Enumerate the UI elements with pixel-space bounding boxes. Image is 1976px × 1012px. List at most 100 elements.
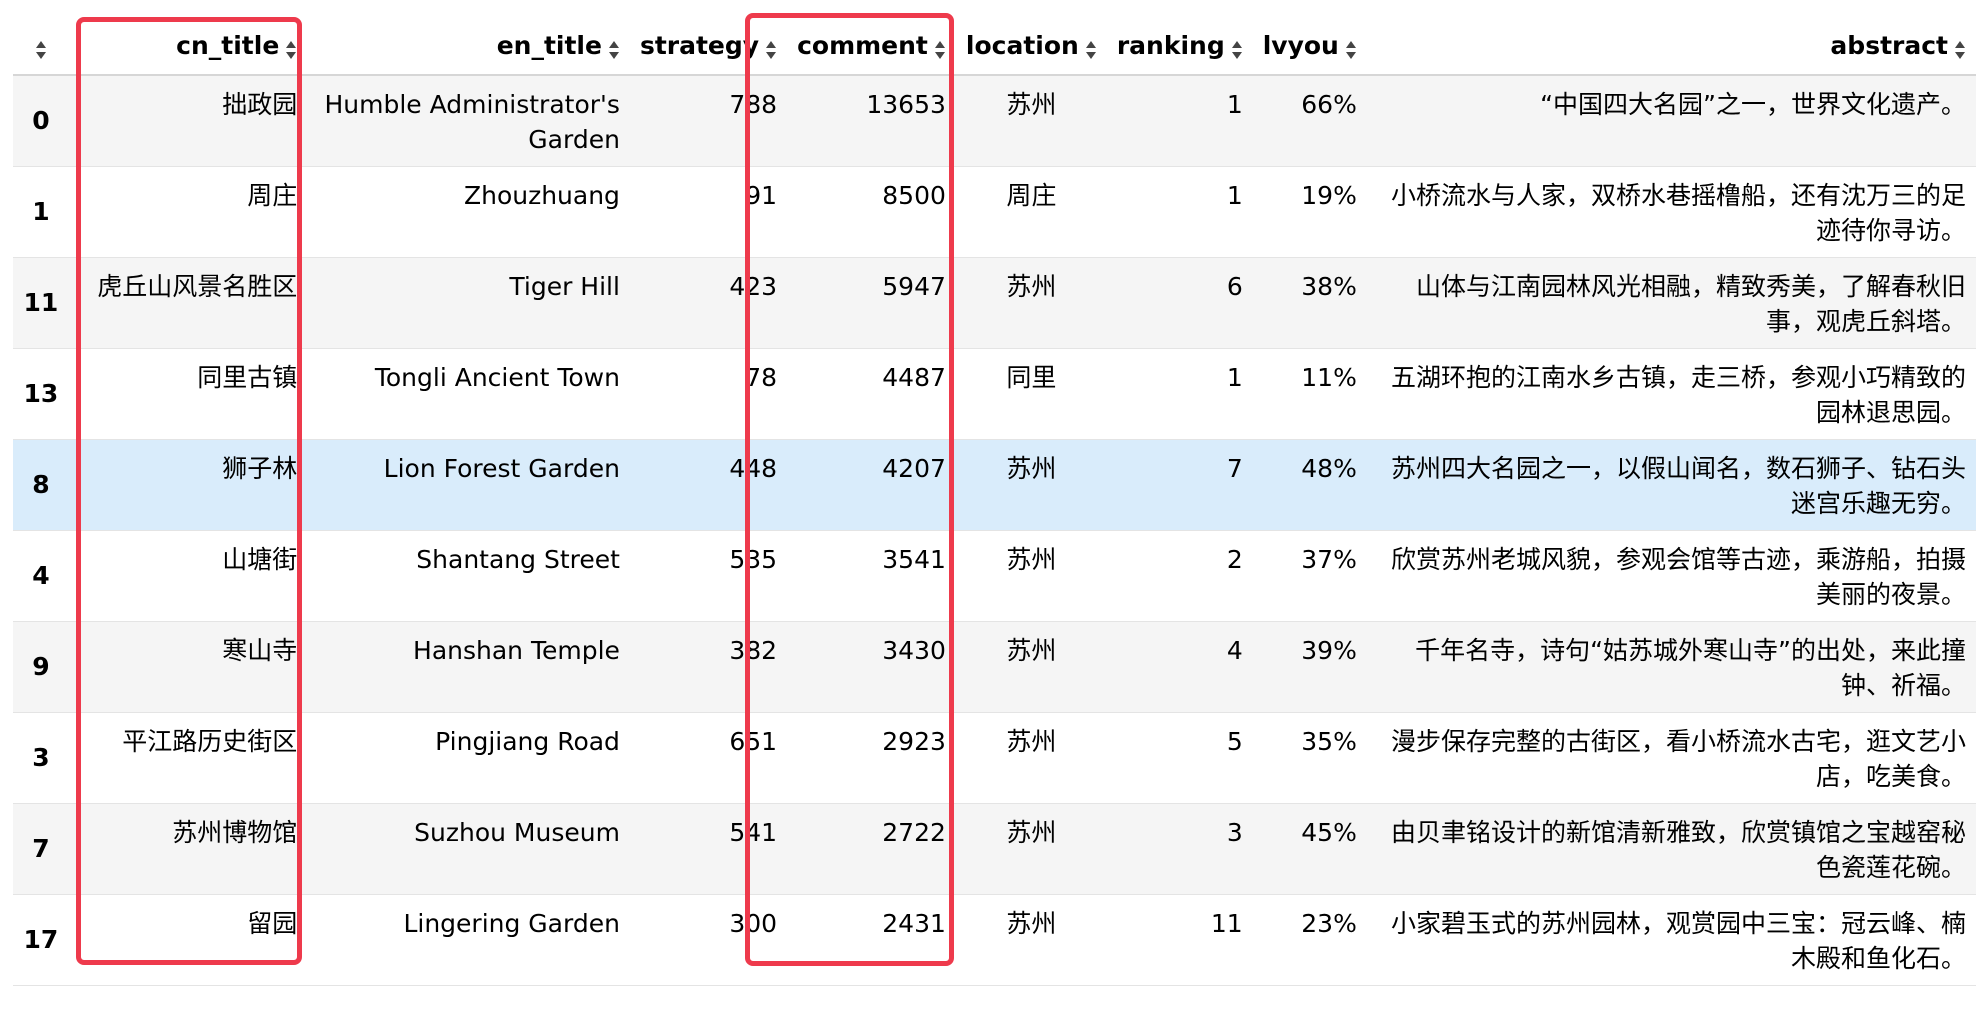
column-header-comment[interactable]: comment bbox=[787, 17, 956, 76]
cell-cn_title: 虎丘山风景名胜区 bbox=[68, 257, 308, 349]
cell-cn_title: 留园 bbox=[68, 894, 308, 986]
row-index: 11 bbox=[13, 257, 69, 349]
cell-abstract: “中国四大名园”之一，世界文化遗产。 bbox=[1366, 75, 1976, 167]
cell-location: 苏州 bbox=[955, 803, 1107, 895]
column-header-label: comment bbox=[797, 31, 928, 60]
cell-en_title: Lingering Garden bbox=[307, 894, 630, 986]
cell-cn_title: 周庄 bbox=[68, 166, 308, 258]
cell-ranking: 1 bbox=[1106, 75, 1253, 167]
cell-comment: 2722 bbox=[787, 803, 956, 895]
dataframe-table: cn_title en_title strategy comment location r… bbox=[13, 17, 1976, 986]
cell-comment: 3430 bbox=[787, 621, 956, 713]
cell-location: 周庄 bbox=[955, 166, 1107, 258]
column-header-strategy[interactable]: strategy bbox=[629, 17, 788, 76]
cell-lvyou: 19% bbox=[1252, 166, 1367, 258]
cell-abstract: 欣赏苏州老城风貌，参观会馆等古迹，乘游船，拍摄美丽的夜景。 bbox=[1366, 530, 1976, 622]
table-row[interactable]: 11 虎丘山风景名胜区 Tiger Hill 423 5947 苏州 6 38% 山体与江南园林… bbox=[13, 257, 1976, 349]
cell-lvyou: 23% bbox=[1252, 894, 1367, 986]
table-row[interactable]: 3 平江路历史街区 Pingjiang Road 651 2923 苏州 5 35% 漫步保存完… bbox=[13, 712, 1976, 804]
cell-location: 苏州 bbox=[955, 75, 1107, 167]
column-header-cn_title[interactable]: cn_title bbox=[68, 17, 308, 76]
column-header-en_title[interactable]: en_title bbox=[307, 17, 630, 76]
table-header-row: cn_title en_title strategy comment location r… bbox=[13, 17, 1976, 76]
sort-icon[interactable] bbox=[35, 37, 47, 59]
cell-en_title: Tiger Hill bbox=[307, 257, 630, 349]
cell-en_title: Shantang Street bbox=[307, 530, 630, 622]
row-index: 9 bbox=[13, 621, 69, 713]
cell-abstract: 千年名寺，诗句“姑苏城外寒山寺”的出处，来此撞钟、祈福。 bbox=[1366, 621, 1976, 713]
cell-location: 苏州 bbox=[955, 894, 1107, 986]
column-header-lvyou[interactable]: lvyou bbox=[1252, 17, 1367, 76]
cell-lvyou: 35% bbox=[1252, 712, 1367, 804]
sort-icon[interactable] bbox=[1231, 37, 1243, 59]
cell-en_title: Suzhou Museum bbox=[307, 803, 630, 895]
cell-lvyou: 38% bbox=[1252, 257, 1367, 349]
cell-strategy: 788 bbox=[629, 75, 788, 167]
cell-comment: 2923 bbox=[787, 712, 956, 804]
row-index: 7 bbox=[13, 803, 69, 895]
table-row[interactable]: 1 周庄 Zhouzhuang 91 8500 周庄 1 19% 小桥流水与人家，双桥水巷摇橹船… bbox=[13, 166, 1976, 258]
cell-location: 苏州 bbox=[955, 257, 1107, 349]
cell-en_title: Humble Administrator's Garden bbox=[307, 75, 630, 167]
cell-lvyou: 48% bbox=[1252, 439, 1367, 531]
cell-ranking: 6 bbox=[1106, 257, 1253, 349]
sort-icon[interactable] bbox=[1954, 37, 1966, 59]
cell-cn_title: 狮子林 bbox=[68, 439, 308, 531]
cell-cn_title: 苏州博物馆 bbox=[68, 803, 308, 895]
table-row[interactable]: 8 狮子林 Lion Forest Garden 448 4207 苏州 7 48% 苏州四大名… bbox=[13, 439, 1976, 531]
table-row[interactable]: 0 拙政园 Humble Administrator's Garden 788 1365… bbox=[13, 75, 1976, 167]
cell-ranking: 1 bbox=[1106, 348, 1253, 440]
cell-lvyou: 66% bbox=[1252, 75, 1367, 167]
table-row[interactable]: 17 留园 Lingering Garden 300 2431 苏州 11 23% 小家碧玉式的… bbox=[13, 894, 1976, 986]
sort-icon[interactable] bbox=[608, 37, 620, 59]
cell-abstract: 漫步保存完整的古街区，看小桥流水古宅，逛文艺小店，吃美食。 bbox=[1366, 712, 1976, 804]
cell-location: 苏州 bbox=[955, 439, 1107, 531]
cell-location: 苏州 bbox=[955, 530, 1107, 622]
cell-comment: 13653 bbox=[787, 75, 956, 167]
cell-cn_title: 寒山寺 bbox=[68, 621, 308, 713]
cell-strategy: 423 bbox=[629, 257, 788, 349]
cell-ranking: 7 bbox=[1106, 439, 1253, 531]
row-index: 17 bbox=[13, 894, 69, 986]
cell-abstract: 小桥流水与人家，双桥水巷摇橹船，还有沈万三的足迹待你寻访。 bbox=[1366, 166, 1976, 258]
cell-abstract: 山体与江南园林风光相融，精致秀美，了解春秋旧事，观虎丘斜塔。 bbox=[1366, 257, 1976, 349]
column-header-ranking[interactable]: ranking bbox=[1106, 17, 1253, 76]
table-row[interactable]: 13 同里古镇 Tongli Ancient Town 78 4487 同里 1 11% 五湖环… bbox=[13, 348, 1976, 440]
cell-comment: 5947 bbox=[787, 257, 956, 349]
cell-ranking: 4 bbox=[1106, 621, 1253, 713]
column-header-index[interactable] bbox=[13, 17, 69, 76]
cell-ranking: 5 bbox=[1106, 712, 1253, 804]
sort-icon[interactable] bbox=[1085, 37, 1097, 59]
sort-icon[interactable] bbox=[285, 37, 297, 59]
cell-strategy: 535 bbox=[629, 530, 788, 622]
cell-cn_title: 拙政园 bbox=[68, 75, 308, 167]
table-row[interactable]: 9 寒山寺 Hanshan Temple 382 3430 苏州 4 39% 千年名寺，诗句“姑… bbox=[13, 621, 1976, 713]
cell-en_title: Tongli Ancient Town bbox=[307, 348, 630, 440]
cell-strategy: 382 bbox=[629, 621, 788, 713]
cell-lvyou: 39% bbox=[1252, 621, 1367, 713]
cell-location: 苏州 bbox=[955, 712, 1107, 804]
table-row[interactable]: 7 苏州博物馆 Suzhou Museum 541 2722 苏州 3 45% 由贝聿铭设计的新… bbox=[13, 803, 1976, 895]
column-header-label: cn_title bbox=[176, 31, 280, 60]
cell-lvyou: 37% bbox=[1252, 530, 1367, 622]
column-header-location[interactable]: location bbox=[955, 17, 1107, 76]
sort-icon[interactable] bbox=[765, 37, 777, 59]
column-header-label: en_title bbox=[496, 31, 602, 60]
column-header-label: strategy bbox=[639, 31, 760, 60]
cell-en_title: Lion Forest Garden bbox=[307, 439, 630, 531]
table-row[interactable]: 4 山塘街 Shantang Street 535 3541 苏州 2 37% 欣赏苏州老城风貌… bbox=[13, 530, 1976, 622]
cell-cn_title: 山塘街 bbox=[68, 530, 308, 622]
row-index: 4 bbox=[13, 530, 69, 622]
row-index: 1 bbox=[13, 166, 69, 258]
cell-comment: 2431 bbox=[787, 894, 956, 986]
cell-ranking: 11 bbox=[1106, 894, 1253, 986]
sort-icon[interactable] bbox=[934, 37, 946, 59]
cell-comment: 4207 bbox=[787, 439, 956, 531]
row-index: 8 bbox=[13, 439, 69, 531]
sort-icon[interactable] bbox=[1345, 37, 1357, 59]
cell-cn_title: 同里古镇 bbox=[68, 348, 308, 440]
column-header-abstract[interactable]: abstract bbox=[1366, 17, 1976, 76]
cell-abstract: 由贝聿铭设计的新馆清新雅致，欣赏镇馆之宝越窑秘色瓷莲花碗。 bbox=[1366, 803, 1976, 895]
cell-strategy: 541 bbox=[629, 803, 788, 895]
column-header-label: abstract bbox=[1830, 31, 1948, 60]
